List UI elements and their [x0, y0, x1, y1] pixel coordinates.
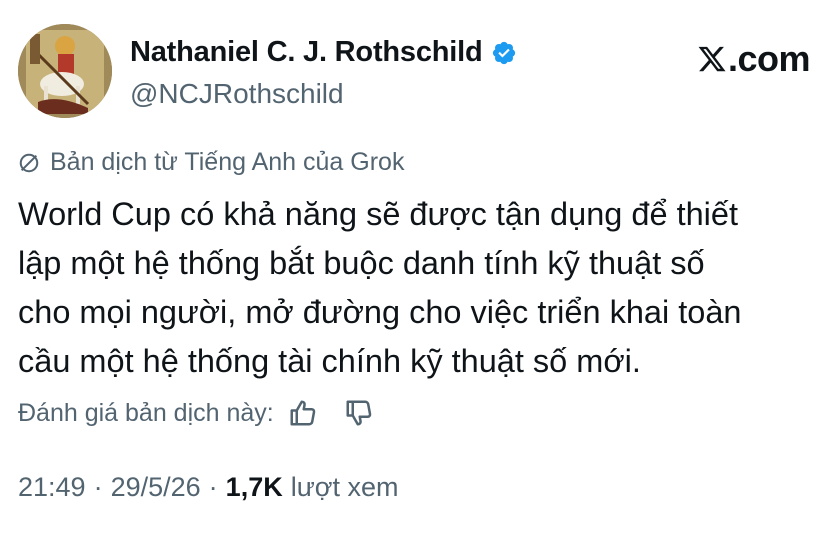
author-handle[interactable]: @NCJRothschild: [130, 78, 344, 110]
grok-icon: [19, 153, 39, 172]
rate-translation: Đánh giá bản dịch này:: [18, 398, 374, 428]
meta-separator: ·: [208, 472, 218, 502]
tweet-meta: 21:49 · 29/5/26 · 1,7K lượt xem: [18, 472, 399, 503]
avatar[interactable]: [18, 24, 112, 118]
meta-separator: ·: [93, 472, 103, 502]
brand-logo: .com: [697, 38, 811, 80]
tweet-time[interactable]: 21:49: [18, 472, 86, 503]
thumbs-up-icon[interactable]: [288, 398, 318, 428]
tweet-text-line: cầu một hệ thống tài chính kỹ thuật số m…: [18, 343, 641, 379]
verified-badge-icon: [492, 41, 515, 64]
tweet-header: Nathaniel C. J. Rothschild @NCJRothschil…: [18, 22, 811, 118]
tweet-text: World Cup có khả năng sẽ được tận dụng đ…: [18, 190, 818, 386]
translation-label: Bản dịch từ Tiếng Anh của Grok: [50, 148, 405, 176]
views-label: lượt xem: [290, 472, 399, 502]
translation-notice: Bản dịch từ Tiếng Anh của Grok: [18, 148, 404, 177]
author-display-name[interactable]: Nathaniel C. J. Rothschild: [130, 36, 483, 69]
tweet-date[interactable]: 29/5/26: [111, 472, 201, 503]
tweet-text-line: lập một hệ thống bắt buộc danh tính kỹ t…: [18, 245, 705, 281]
tweet-text-line: cho mọi người, mở đường cho việc triển k…: [18, 294, 742, 330]
brand-domain-text: .com: [727, 38, 811, 79]
thumbs-down-icon[interactable]: [344, 398, 374, 428]
x-logo-icon: [698, 46, 726, 72]
avatar-icon-painting: [18, 24, 112, 118]
tweet-text-line: World Cup có khả năng sẽ được tận dụng đ…: [18, 196, 738, 232]
rate-translation-label: Đánh giá bản dịch này:: [18, 398, 274, 427]
views-count: 1,7K: [225, 472, 283, 502]
